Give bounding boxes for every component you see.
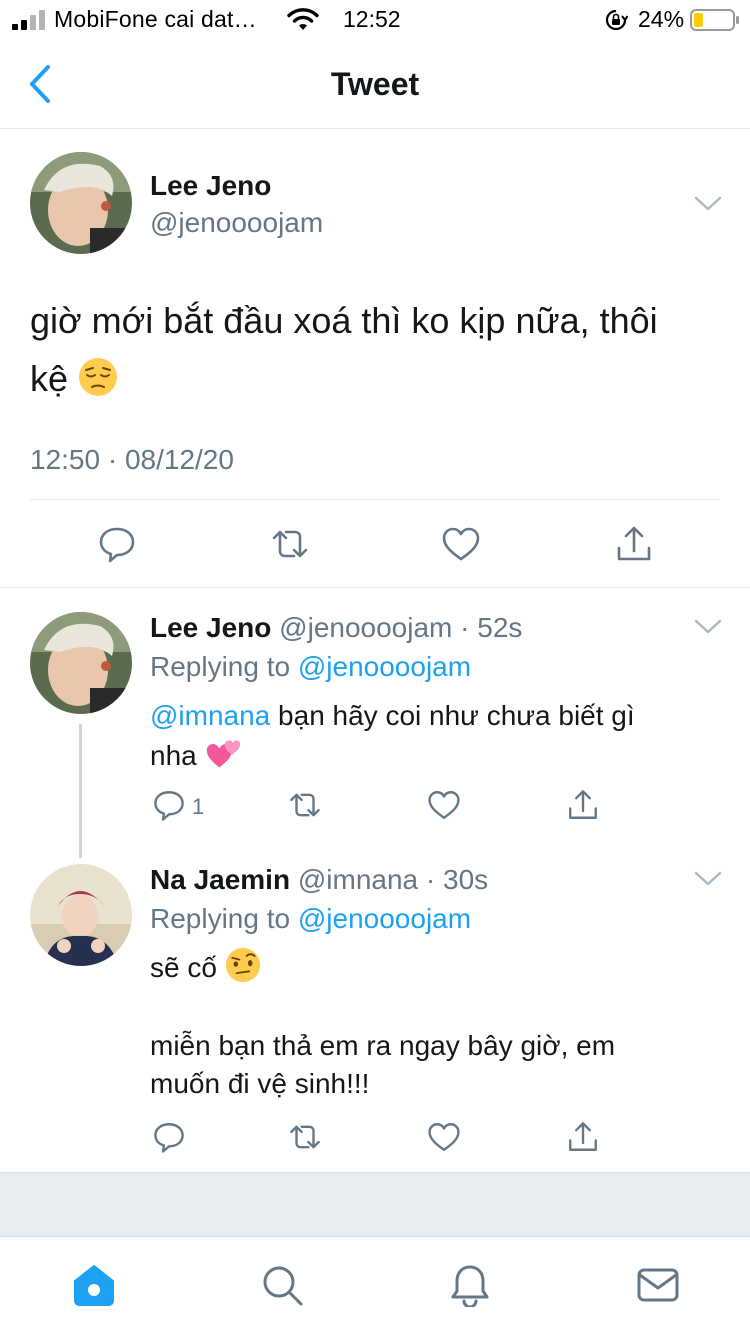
like-icon[interactable] <box>441 524 481 564</box>
mention-link[interactable]: @imnana <box>150 700 270 731</box>
home-icon[interactable] <box>72 1263 116 1307</box>
avatar-image <box>30 612 132 714</box>
page-title: Tweet <box>330 66 420 102</box>
avatar[interactable] <box>30 612 132 714</box>
reply-text-line3: muốn đi vệ sinh!!! <box>150 1068 370 1099</box>
replying-to-line: Replying to @jenoooojam <box>150 651 471 683</box>
retweet-icon[interactable] <box>288 1120 322 1154</box>
avatar[interactable] <box>30 864 132 966</box>
battery-icon <box>690 9 739 31</box>
share-icon[interactable] <box>566 1120 600 1154</box>
reply-count: 1 <box>192 794 205 819</box>
replying-to-line: Replying to @jenoooojam <box>150 903 471 935</box>
two-hearts-icon <box>206 740 240 768</box>
like-icon[interactable] <box>427 788 461 822</box>
replying-to-link[interactable]: @jenoooojam <box>298 903 471 934</box>
messages-icon[interactable] <box>636 1263 680 1307</box>
reply-text-line2: nha <box>150 740 197 771</box>
main-tweet: Lee Jeno @jenoooojam giờ mới bắt đầu xoá… <box>0 130 750 588</box>
chevron-down-icon[interactable] <box>694 196 722 212</box>
raised-eyebrow-face-icon <box>225 947 260 983</box>
signal-icon <box>12 10 45 30</box>
like-icon[interactable] <box>427 1120 461 1154</box>
author-name[interactable]: Lee Jeno <box>150 170 271 202</box>
reply-text-line2: miễn bạn thả em ra ngay bây giờ, em <box>150 1030 616 1061</box>
reply-text: sẽ cố <box>150 947 710 987</box>
tweet-text-line2: kệ <box>30 358 69 399</box>
divider <box>30 499 720 500</box>
carrier-name: MobiFone cai dat… <box>54 6 257 32</box>
avatar[interactable] <box>30 152 132 254</box>
status-time: 12:52 <box>343 6 401 32</box>
avatar-image <box>30 864 132 966</box>
share-icon[interactable] <box>614 524 654 564</box>
nav-header: Tweet <box>0 40 750 129</box>
chevron-down-icon[interactable] <box>694 619 722 635</box>
tweet-text: giờ mới bắt đầu xoá thì ko kịp nữa, thôi… <box>30 292 720 408</box>
reply-icon[interactable] <box>152 788 186 822</box>
tab-bar <box>0 1236 750 1334</box>
replying-to-link[interactable]: @jenoooojam <box>298 651 471 682</box>
reply-icon[interactable] <box>97 524 137 564</box>
share-icon[interactable] <box>566 788 600 822</box>
author-handle-time[interactable]: @jenoooojam · 52s <box>279 612 522 643</box>
search-icon[interactable] <box>260 1263 304 1307</box>
reply-icon[interactable] <box>152 1120 186 1154</box>
status-bar: MobiFone cai dat… 12:52 24% <box>0 0 750 40</box>
feed-end-spacer <box>0 1172 750 1236</box>
replying-to-label: Replying to <box>150 903 291 934</box>
reply-text-line1: bạn hãy coi như chưa biết gì <box>270 700 635 731</box>
tweet-text-line1: giờ mới bắt đầu xoá thì ko kịp nữa, thôi <box>30 300 658 341</box>
thread-connector-line <box>79 724 82 858</box>
reply-author-line: Na Jaemin @imnana · 30s <box>150 864 488 896</box>
retweet-icon[interactable] <box>288 788 322 822</box>
reply-text-line1: sẽ cố <box>150 952 217 983</box>
author-handle[interactable]: @jenoooojam <box>150 207 323 239</box>
avatar-image <box>30 152 132 254</box>
tweet-timestamp: 12:50 · 08/12/20 <box>30 444 234 475</box>
author-handle-time[interactable]: @imnana · 30s <box>298 864 488 895</box>
reply-text-paragraph: miễn bạn thả em ra ngay bây giờ, em muốn… <box>150 1027 710 1103</box>
pensive-face-icon <box>79 358 118 396</box>
author-name[interactable]: Lee Jeno <box>150 612 271 643</box>
retweet-icon[interactable] <box>270 524 310 564</box>
reply-text: @imnana bạn hãy coi như chưa biết gì nha <box>150 697 710 775</box>
replying-to-label: Replying to <box>150 651 291 682</box>
chevron-down-icon[interactable] <box>694 871 722 887</box>
battery-percent: 24% <box>638 6 685 32</box>
notifications-icon[interactable] <box>448 1263 492 1307</box>
rotation-lock-icon <box>605 9 628 31</box>
reply-author-line: Lee Jeno @jenoooojam · 52s <box>150 612 522 644</box>
wifi-icon <box>287 8 319 30</box>
author-name[interactable]: Na Jaemin <box>150 864 290 895</box>
